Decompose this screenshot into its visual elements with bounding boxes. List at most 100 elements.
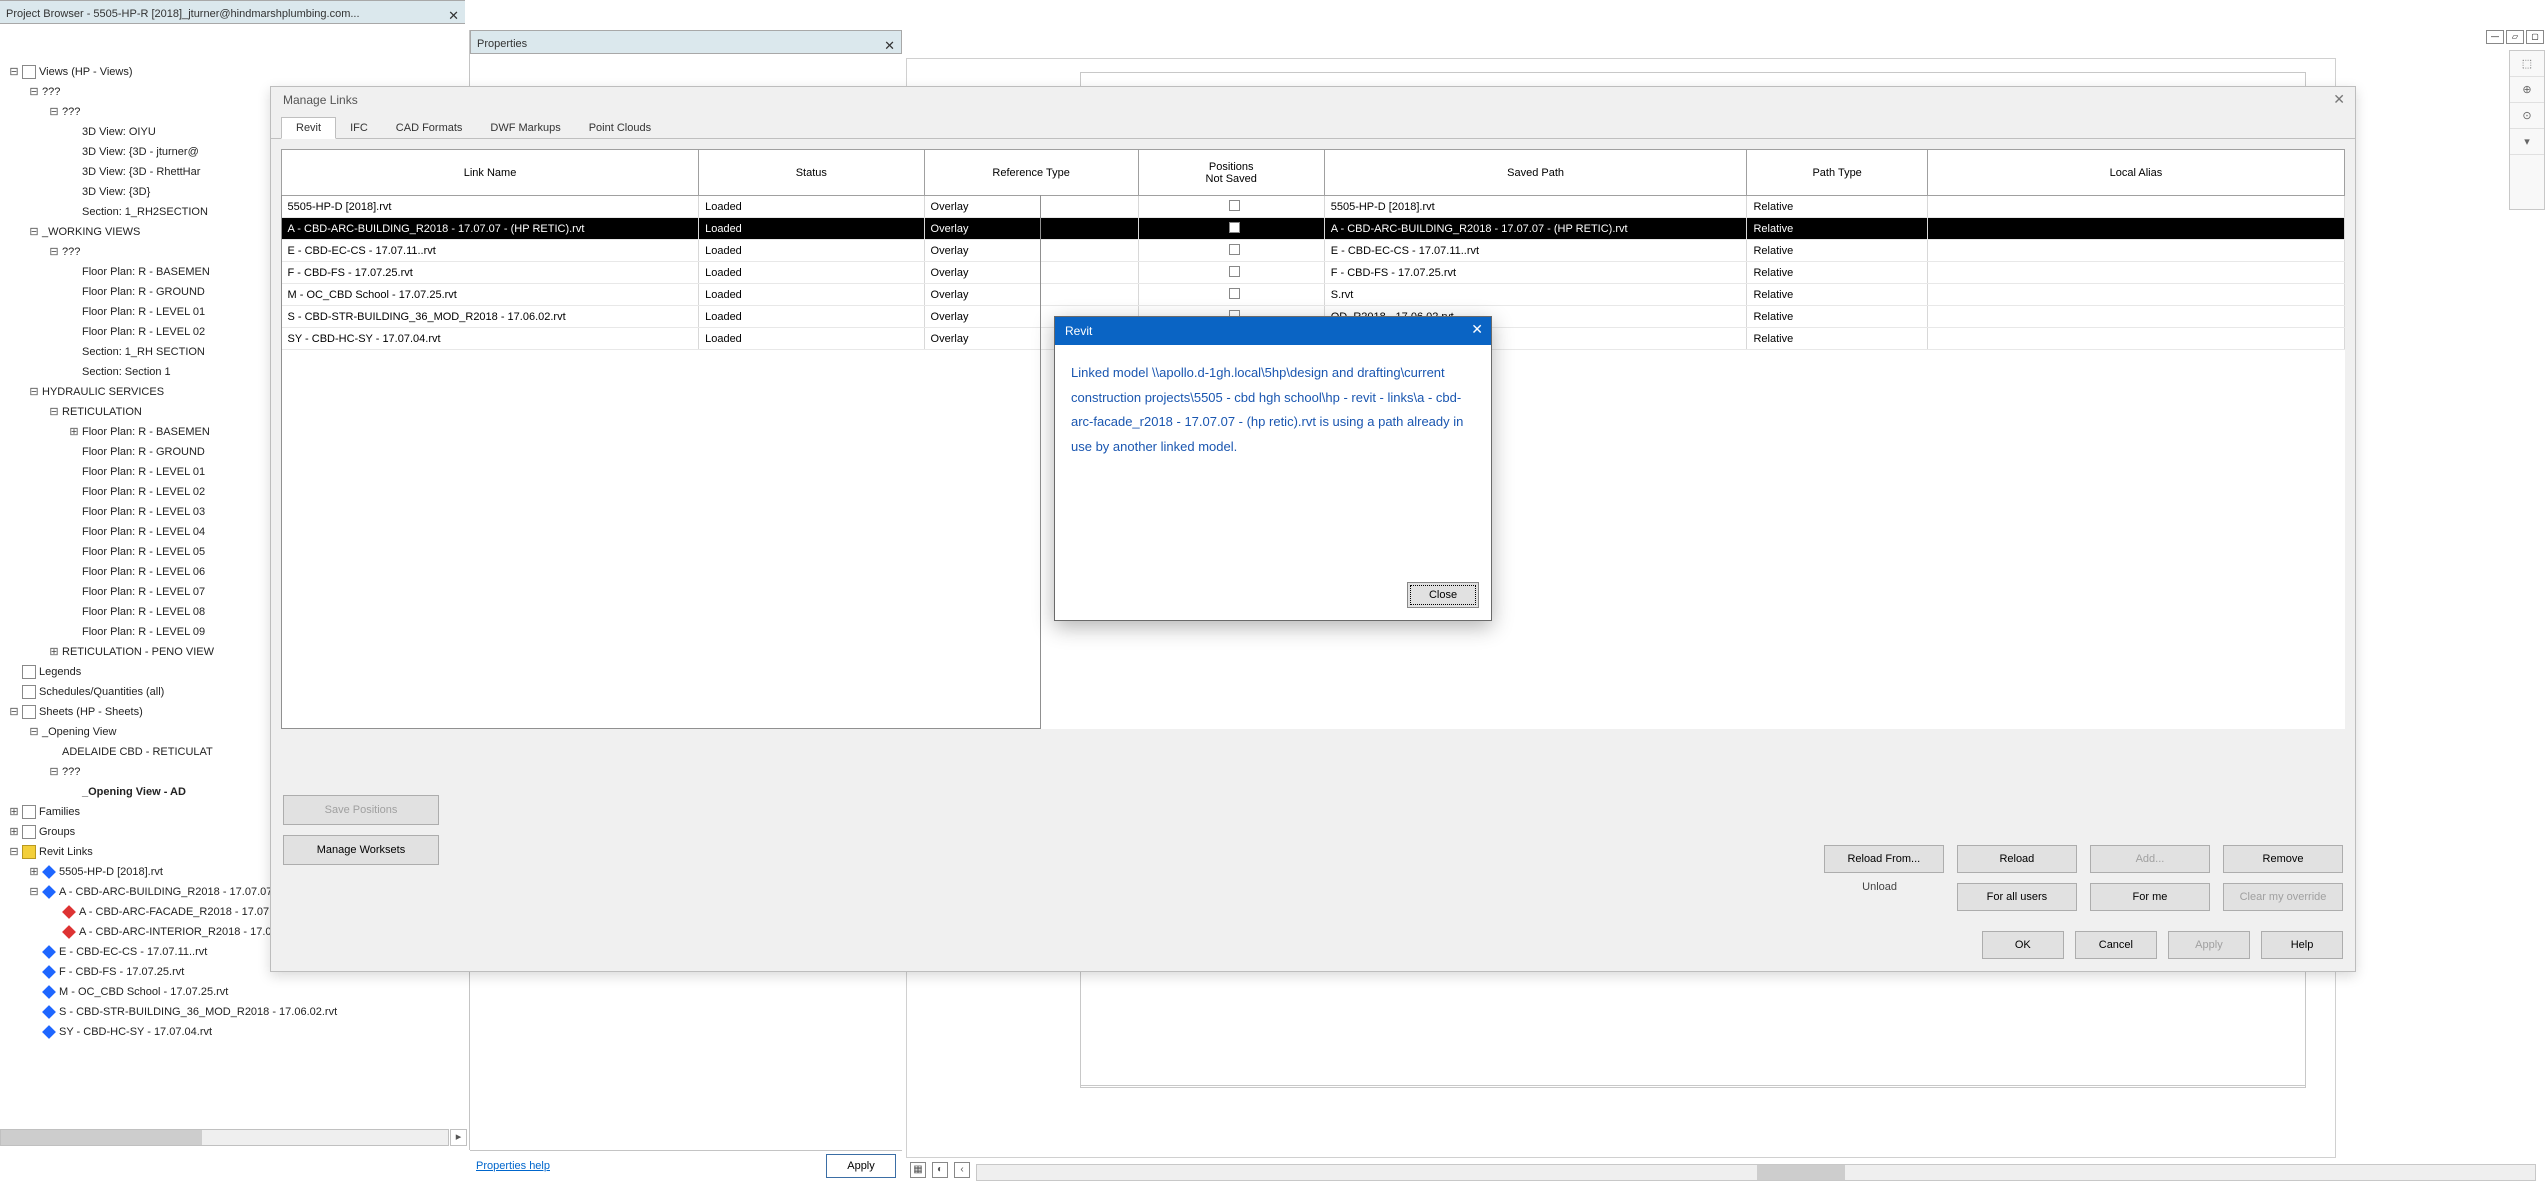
tree-item[interactable]: Floor Plan: R - BASEMEN <box>82 262 210 282</box>
tree-link[interactable]: M - OC_CBD School - 17.07.25.rvt <box>59 982 228 1002</box>
tree-hscrollbar[interactable] <box>0 1129 449 1146</box>
error-close-button[interactable]: Close <box>1407 582 1479 608</box>
cell-saved-path[interactable]: S.rvt <box>1324 284 1747 306</box>
tree-groups[interactable]: Groups <box>39 822 75 842</box>
tree-revit-links[interactable]: Revit Links <box>39 842 93 862</box>
tree-item[interactable]: _Opening View <box>42 722 116 742</box>
tree-item[interactable]: ADELAIDE CBD - RETICULAT <box>62 742 213 762</box>
help-button[interactable]: Help <box>2261 931 2343 959</box>
cell-ref-type[interactable]: Overlay <box>924 240 1138 262</box>
tab-ifc[interactable]: IFC <box>336 118 382 138</box>
cell-link-name[interactable]: M - OC_CBD School - 17.07.25.rvt <box>282 284 699 306</box>
tree-item[interactable]: 3D View: {3D} <box>82 182 150 202</box>
tree-item[interactable]: Floor Plan: R - LEVEL 03 <box>82 502 205 522</box>
tree-item[interactable]: 3D View: OIYU <box>82 122 156 142</box>
tree-item[interactable]: Floor Plan: R - LEVEL 01 <box>82 302 205 322</box>
for-all-users-button[interactable]: For all users <box>1957 883 2077 911</box>
nav-tool-icon[interactable]: ⊙ <box>2510 103 2544 129</box>
cell-positions[interactable] <box>1138 262 1324 284</box>
close-icon[interactable]: ✕ <box>448 4 459 28</box>
minimize-icon[interactable]: — <box>2486 30 2504 44</box>
tree-link[interactable]: SY - CBD-HC-SY - 17.07.04.rvt <box>59 1022 212 1042</box>
tree-item[interactable]: Floor Plan: R - LEVEL 04 <box>82 522 205 542</box>
table-row[interactable]: A - CBD-ARC-BUILDING_R2018 - 17.07.07 - … <box>282 218 2345 240</box>
cell-status[interactable]: Loaded <box>699 218 924 240</box>
properties-help-link[interactable]: Properties help <box>476 1160 550 1172</box>
tree-item[interactable]: Section: 1_RH2SECTION <box>82 202 208 222</box>
nav-tool-icon[interactable]: ▾ <box>2510 129 2544 155</box>
tree-item[interactable]: RETICULATION <box>62 402 142 422</box>
cell-path-type[interactable]: Relative <box>1747 284 1927 306</box>
tab-cad[interactable]: CAD Formats <box>382 118 477 138</box>
cell-local-alias[interactable] <box>1927 284 2344 306</box>
cell-status[interactable]: Loaded <box>699 240 924 262</box>
tree-item[interactable]: Section: 1_RH SECTION <box>82 342 205 362</box>
status-icon[interactable]: ▦ <box>910 1162 926 1178</box>
cell-link-name[interactable]: 5505-HP-D [2018].rvt <box>282 196 699 218</box>
col-saved-path[interactable]: Saved Path <box>1324 150 1747 196</box>
reload-from-button[interactable]: Reload From... <box>1824 845 1944 873</box>
scroll-thumb[interactable] <box>1 1130 202 1145</box>
checkbox-icon[interactable] <box>1229 200 1240 211</box>
cell-local-alias[interactable] <box>1927 218 2344 240</box>
cell-path-type[interactable]: Relative <box>1747 328 1927 350</box>
col-status[interactable]: Status <box>699 150 924 196</box>
tree-link[interactable]: E - CBD-EC-CS - 17.07.11..rvt <box>59 942 207 962</box>
for-me-button[interactable]: For me <box>2090 883 2210 911</box>
cell-ref-type[interactable]: Overlay <box>924 218 1138 240</box>
tree-link[interactable]: F - CBD-FS - 17.07.25.rvt <box>59 962 184 982</box>
tree-item[interactable]: Section: Section 1 <box>82 362 171 382</box>
cell-link-name[interactable]: S - CBD-STR-BUILDING_36_MOD_R2018 - 17.0… <box>282 306 699 328</box>
cell-path-type[interactable]: Relative <box>1747 262 1927 284</box>
tree-sheets[interactable]: Sheets (HP - Sheets) <box>39 702 143 722</box>
tree-item[interactable]: _WORKING VIEWS <box>42 222 140 242</box>
tree-item[interactable]: 3D View: {3D - RhettHar <box>82 162 200 182</box>
cell-local-alias[interactable] <box>1927 328 2344 350</box>
scroll-right-icon[interactable]: ▸ <box>450 1129 467 1146</box>
tree-item[interactable]: Floor Plan: R - BASEMEN <box>82 422 210 442</box>
cell-local-alias[interactable] <box>1927 196 2344 218</box>
tree-item[interactable]: Floor Plan: R - LEVEL 05 <box>82 542 205 562</box>
checkbox-icon[interactable] <box>1229 288 1240 299</box>
cell-path-type[interactable]: Relative <box>1747 240 1927 262</box>
col-link-name[interactable]: Link Name <box>282 150 699 196</box>
tree-families[interactable]: Families <box>39 802 80 822</box>
ok-button[interactable]: OK <box>1982 931 2064 959</box>
tree-item[interactable]: ??? <box>62 102 80 122</box>
cell-status[interactable]: Loaded <box>699 262 924 284</box>
cell-ref-type[interactable]: Overlay <box>924 284 1138 306</box>
close-icon[interactable]: ✕ <box>884 34 895 58</box>
tree-item[interactable]: Floor Plan: R - GROUND <box>82 442 205 462</box>
col-local-alias[interactable]: Local Alias <box>1927 150 2344 196</box>
cell-local-alias[interactable] <box>1927 306 2344 328</box>
cell-local-alias[interactable] <box>1927 240 2344 262</box>
tree-item[interactable]: 3D View: {3D - jturner@ <box>82 142 199 162</box>
cell-saved-path[interactable]: A - CBD-ARC-BUILDING_R2018 - 17.07.07 - … <box>1324 218 1747 240</box>
tree-item[interactable]: Floor Plan: R - LEVEL 09 <box>82 622 205 642</box>
cell-saved-path[interactable]: E - CBD-EC-CS - 17.07.11..rvt <box>1324 240 1747 262</box>
tree-item[interactable]: Floor Plan: R - LEVEL 07 <box>82 582 205 602</box>
tree-item[interactable]: Floor Plan: R - LEVEL 06 <box>82 562 205 582</box>
status-arrow-icon[interactable]: ‹ <box>954 1162 970 1178</box>
cell-status[interactable]: Loaded <box>699 306 924 328</box>
cell-local-alias[interactable] <box>1927 262 2344 284</box>
cell-link-name[interactable]: E - CBD-EC-CS - 17.07.11..rvt <box>282 240 699 262</box>
tree-views-root[interactable]: Views (HP - Views) <box>39 62 133 82</box>
cell-path-type[interactable]: Relative <box>1747 306 1927 328</box>
cell-positions[interactable] <box>1138 240 1324 262</box>
table-row[interactable]: E - CBD-EC-CS - 17.07.11..rvtLoadedOverl… <box>282 240 2345 262</box>
table-row[interactable]: 5505-HP-D [2018].rvtLoadedOverlay5505-HP… <box>282 196 2345 218</box>
status-icon[interactable]: ◐ <box>932 1162 948 1178</box>
tree-item[interactable]: ??? <box>62 242 80 262</box>
cell-link-name[interactable]: F - CBD-FS - 17.07.25.rvt <box>282 262 699 284</box>
maximize-icon[interactable]: ▢ <box>2526 30 2544 44</box>
cell-ref-type[interactable]: Overlay <box>924 262 1138 284</box>
tab-dwf[interactable]: DWF Markups <box>476 118 574 138</box>
tree-item[interactable]: RETICULATION - PENO VIEW <box>62 642 214 662</box>
cell-link-name[interactable]: A - CBD-ARC-BUILDING_R2018 - 17.07.07 - … <box>282 218 699 240</box>
tree-item[interactable]: Floor Plan: R - LEVEL 02 <box>82 322 205 342</box>
cell-ref-type[interactable]: Overlay <box>924 196 1138 218</box>
tab-pointclouds[interactable]: Point Clouds <box>575 118 665 138</box>
cell-positions[interactable] <box>1138 196 1324 218</box>
remove-button[interactable]: Remove <box>2223 845 2343 873</box>
